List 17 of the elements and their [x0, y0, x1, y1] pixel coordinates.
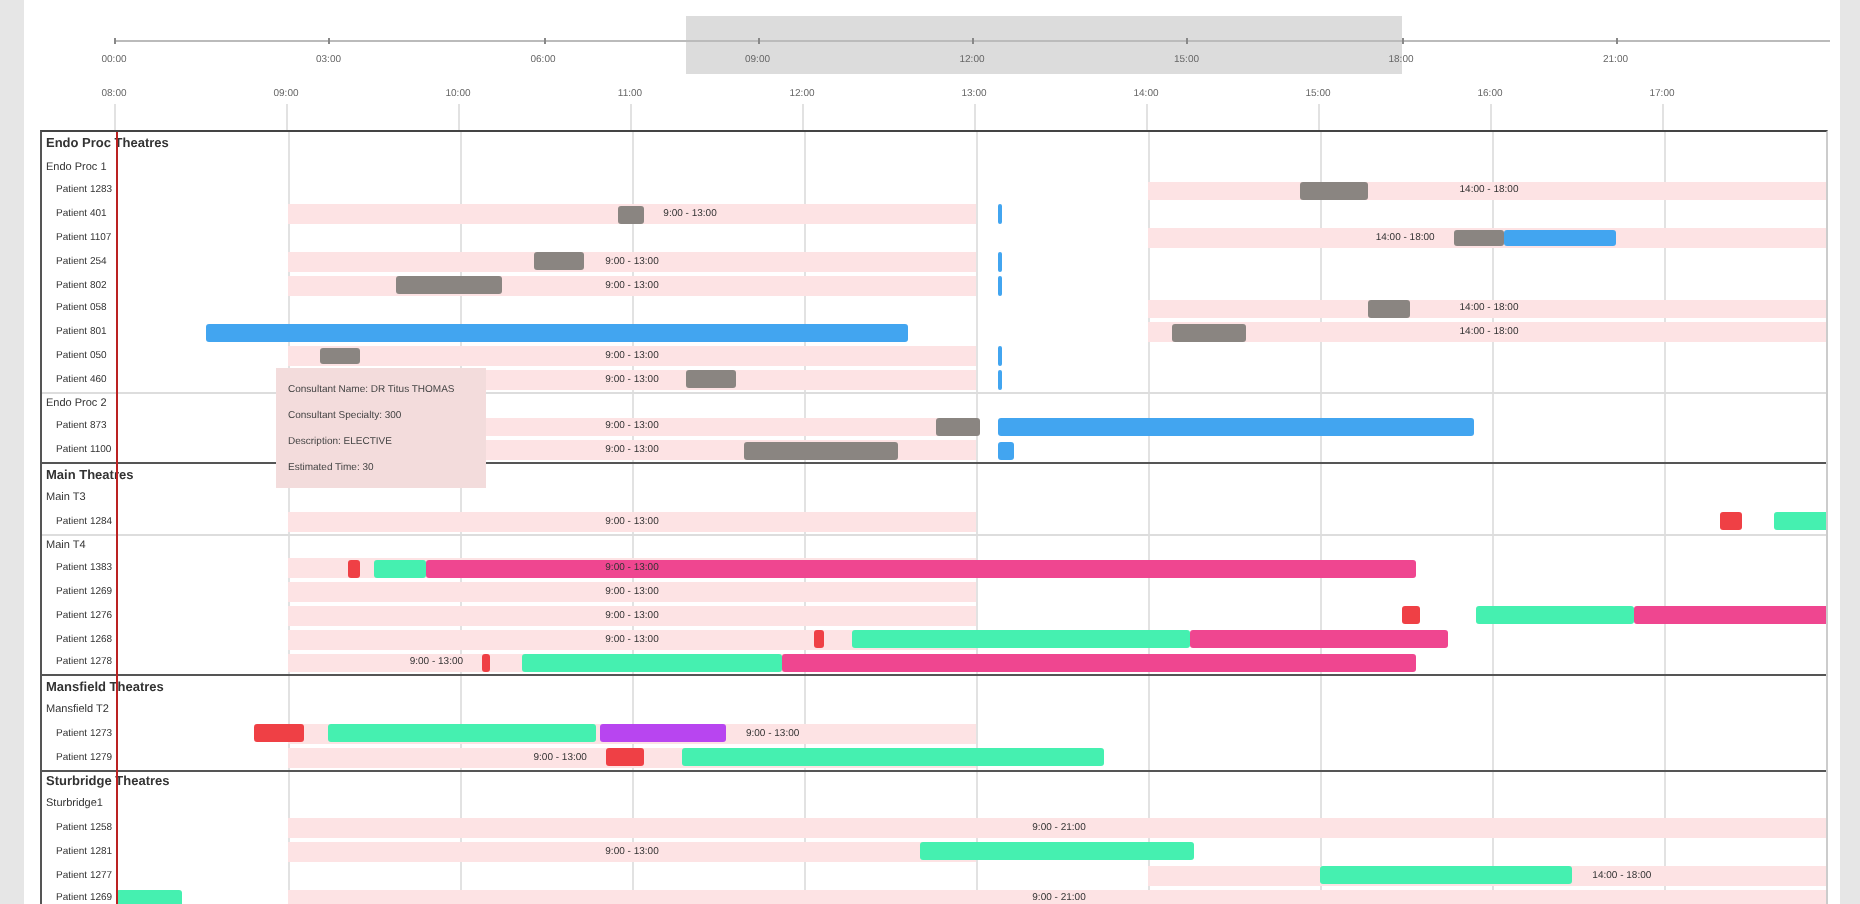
task-bar[interactable]: [1720, 512, 1742, 531]
task-bar[interactable]: [1634, 606, 1826, 625]
task-bar[interactable]: [685, 370, 736, 389]
task-bar[interactable]: [1189, 630, 1448, 649]
task-bar[interactable]: [205, 323, 908, 342]
task-bar[interactable]: [606, 748, 644, 767]
task-bar[interactable]: [482, 654, 490, 672]
task-bar[interactable]: [425, 559, 1417, 578]
task-bar[interactable]: [116, 890, 182, 904]
task-bar[interactable]: [998, 441, 1014, 460]
task-bar[interactable]: [396, 276, 502, 295]
task-bar[interactable]: [1402, 606, 1420, 625]
task-bar[interactable]: [1299, 182, 1369, 200]
task-bar[interactable]: [599, 724, 727, 743]
task-bar[interactable]: [533, 252, 584, 271]
task-bar[interactable]: [814, 630, 825, 649]
task-bar[interactable]: [253, 724, 304, 743]
